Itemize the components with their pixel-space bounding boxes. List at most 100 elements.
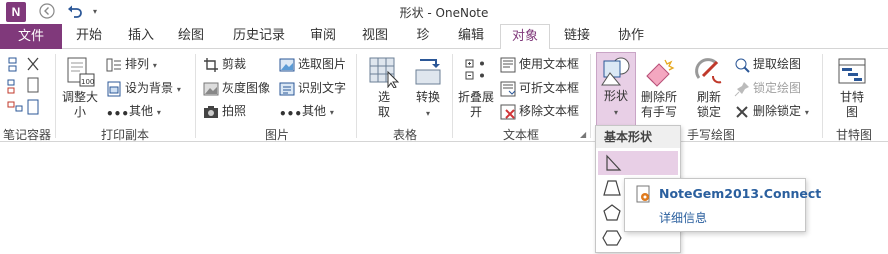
shapes-button[interactable]: 形状 ▾ (596, 52, 636, 126)
addin-name: NoteGem2013.Connect (659, 186, 822, 201)
use-textbox-icon (500, 57, 516, 73)
chevron-down-icon: ▾ (329, 108, 334, 117)
group-label-table: 表格 (392, 128, 417, 142)
group-separator (452, 54, 453, 138)
camera-icon (203, 104, 219, 120)
picture-other-label: 其他 (302, 104, 327, 118)
more-dots-icon: ••• (279, 106, 303, 121)
addin-details-link[interactable]: 详细信息 (659, 209, 707, 226)
gantt-chart-label: 甘特图 (839, 90, 864, 119)
back-arrow-icon[interactable] (38, 3, 56, 21)
addin-info-popup: NoteGem2013.Connect 详细信息 (624, 178, 821, 232)
select-picture-button[interactable]: 选取图片 (279, 54, 346, 74)
group-label-printout: 打印副本 (100, 128, 149, 142)
tab-draw[interactable]: 绘图 (172, 24, 210, 48)
use-textbox-label: 使用文本框 (519, 57, 580, 71)
onenote-app-icon[interactable]: N (6, 2, 26, 22)
remove-textbox-label: 移除文本框 (519, 104, 580, 118)
extract-drawing-icon (734, 57, 750, 73)
chevron-down-icon: ▾ (152, 61, 157, 70)
delete-lock-button[interactable]: 删除锁定 ▾ (734, 101, 809, 121)
tab-edit[interactable]: 编辑 (452, 24, 490, 48)
group-separator (822, 54, 823, 138)
extract-drawing-label: 提取绘图 (753, 57, 802, 71)
delete-lock-label: 删除锁定 (753, 104, 802, 118)
refresh-lock-button[interactable]: 刷新锁定 (688, 56, 730, 120)
grayscale-button[interactable]: 灰度图像 (203, 78, 270, 98)
tab-view[interactable]: 视图 (356, 24, 394, 48)
window-title: 形状 - OneNote (399, 6, 489, 20)
photo-button[interactable]: 拍照 (203, 101, 246, 121)
group-separator (590, 54, 591, 138)
group-separator (195, 54, 196, 138)
crop-label: 剪裁 (222, 57, 247, 71)
container-cut-tools[interactable] (6, 56, 48, 123)
group-label-picture: 图片 (264, 128, 289, 142)
gantt-chart-button[interactable]: 甘特图 (832, 56, 872, 120)
lock-drawing-label: 锁定绘图 (753, 81, 802, 95)
remove-textbox-button[interactable]: 移除文本框 (500, 101, 579, 121)
tab-insert[interactable]: 插入 (122, 24, 160, 48)
tab-file[interactable]: 文件 (0, 24, 62, 49)
gantt-chart-icon (836, 56, 868, 88)
pentagon-icon (603, 204, 621, 221)
resize-button[interactable]: 100 调整大小 (60, 56, 100, 120)
crop-icon (203, 57, 219, 73)
crop-button[interactable]: 剪裁 (203, 54, 246, 74)
extract-drawing-button[interactable]: 提取绘图 (734, 54, 801, 74)
use-textbox-button[interactable]: 使用文本框 (500, 54, 579, 74)
tab-links[interactable]: 链接 (558, 24, 596, 48)
refresh-lock-icon (693, 56, 725, 88)
recognize-text-button[interactable]: 识别文字 (279, 78, 346, 98)
refresh-lock-label: 刷新锁定 (696, 90, 721, 119)
arrange-icon (106, 57, 122, 73)
delete-all-ink-button[interactable]: 删除所有手写 (638, 56, 680, 120)
group-separator (55, 54, 56, 138)
tab-object[interactable]: 对象 (500, 24, 550, 50)
pin-icon (734, 81, 750, 97)
grayscale-icon (203, 81, 219, 97)
lock-drawing-button[interactable]: 锁定绘图 (734, 78, 801, 98)
arrange-button[interactable]: 排列 ▾ (106, 54, 157, 74)
shapes-label: 形状 (603, 89, 628, 103)
table-select-label: 选取 (377, 90, 390, 119)
grayscale-label: 灰度图像 (222, 81, 271, 95)
remove-textbox-icon (500, 104, 516, 120)
table-select-button[interactable]: 选取 (364, 56, 404, 120)
chevron-down-icon: ▾ (425, 109, 430, 118)
undo-icon[interactable] (66, 3, 84, 21)
trapezoid-icon (603, 180, 621, 196)
fold-expand-label: 折叠展开 (457, 90, 494, 119)
set-background-label: 设为背景 (125, 81, 174, 95)
convert-button[interactable]: 转换 ▾ (408, 56, 448, 121)
group-label-gantt: 甘特图 (835, 128, 872, 142)
convert-label: 转换 (415, 90, 440, 104)
foldable-textbox-button[interactable]: 可折文本框 (500, 78, 579, 98)
resize-label: 调整大小 (62, 90, 99, 119)
set-background-button[interactable]: 设为背景 ▾ (106, 78, 181, 98)
addin-gear-icon (635, 185, 653, 208)
fold-expand-button[interactable]: 折叠展开 (456, 56, 496, 120)
convert-icon (412, 56, 444, 88)
tab-history[interactable]: 历史记录 (226, 24, 292, 48)
tab-zhen[interactable]: 珍 (410, 24, 436, 48)
right-triangle-icon (606, 154, 622, 171)
group-label-textbox: 文本框 (502, 128, 539, 142)
picture-other-button[interactable]: •••其他 ▾ (279, 101, 334, 121)
chevron-down-icon: ▾ (176, 85, 181, 94)
eraser-icon (643, 56, 675, 88)
qat-dropdown-icon[interactable]: ▾ (86, 3, 104, 21)
shape-item-right-triangle[interactable] (598, 151, 678, 175)
tab-collaborate[interactable]: 协作 (612, 24, 650, 48)
dialog-launcher-icon[interactable]: ◢ (580, 130, 586, 139)
recognize-text-icon (279, 81, 295, 97)
chevron-down-icon: ▾ (613, 108, 618, 117)
tab-home[interactable]: 开始 (70, 24, 108, 48)
table-select-icon (368, 56, 400, 89)
printout-other-button[interactable]: •••其他 ▾ (106, 101, 161, 121)
group-label-ink: 手写绘图 (686, 128, 735, 142)
tab-review[interactable]: 审阅 (304, 24, 342, 48)
recognize-text-label: 识别文字 (298, 81, 347, 95)
set-background-icon (106, 81, 122, 97)
close-x-icon (734, 104, 750, 120)
